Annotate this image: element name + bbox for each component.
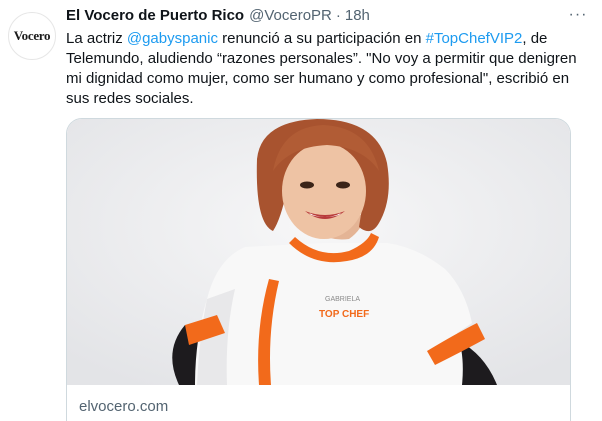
link-card[interactable]: GABRIELA TOP CHEF elvocero.com [66, 118, 571, 421]
display-name[interactable]: El Vocero de Puerto Rico [66, 7, 244, 24]
jacket-name-text: GABRIELA [325, 296, 360, 303]
separator-dot: · [335, 6, 341, 24]
tweet-text-part: renunció a su participación en [217, 30, 426, 47]
tweet-header: El Vocero de Puerto Rico @VoceroPR · 18h… [66, 4, 592, 26]
card-domain[interactable]: elvocero.com [79, 398, 168, 415]
tweet-text: La actriz @gabyspanic renunció a su part… [66, 29, 586, 109]
card-image[interactable]: GABRIELA TOP CHEF [67, 119, 570, 385]
more-options-icon[interactable]: ··· [566, 3, 590, 27]
avatar-logo-text: Vocero [13, 28, 51, 43]
user-handle[interactable]: @VoceroPR [249, 7, 332, 24]
tweet-text-part: La actriz [66, 30, 127, 47]
mention-link[interactable]: @gabyspanic [127, 30, 218, 47]
chef-portrait-image: GABRIELA TOP CHEF [67, 119, 570, 385]
jacket-logo-text: TOP CHEF [319, 309, 369, 320]
avatar[interactable]: Vocero [8, 12, 56, 60]
timestamp[interactable]: 18h [345, 7, 370, 24]
hashtag-link[interactable]: #TopChefVIP2 [426, 30, 523, 47]
